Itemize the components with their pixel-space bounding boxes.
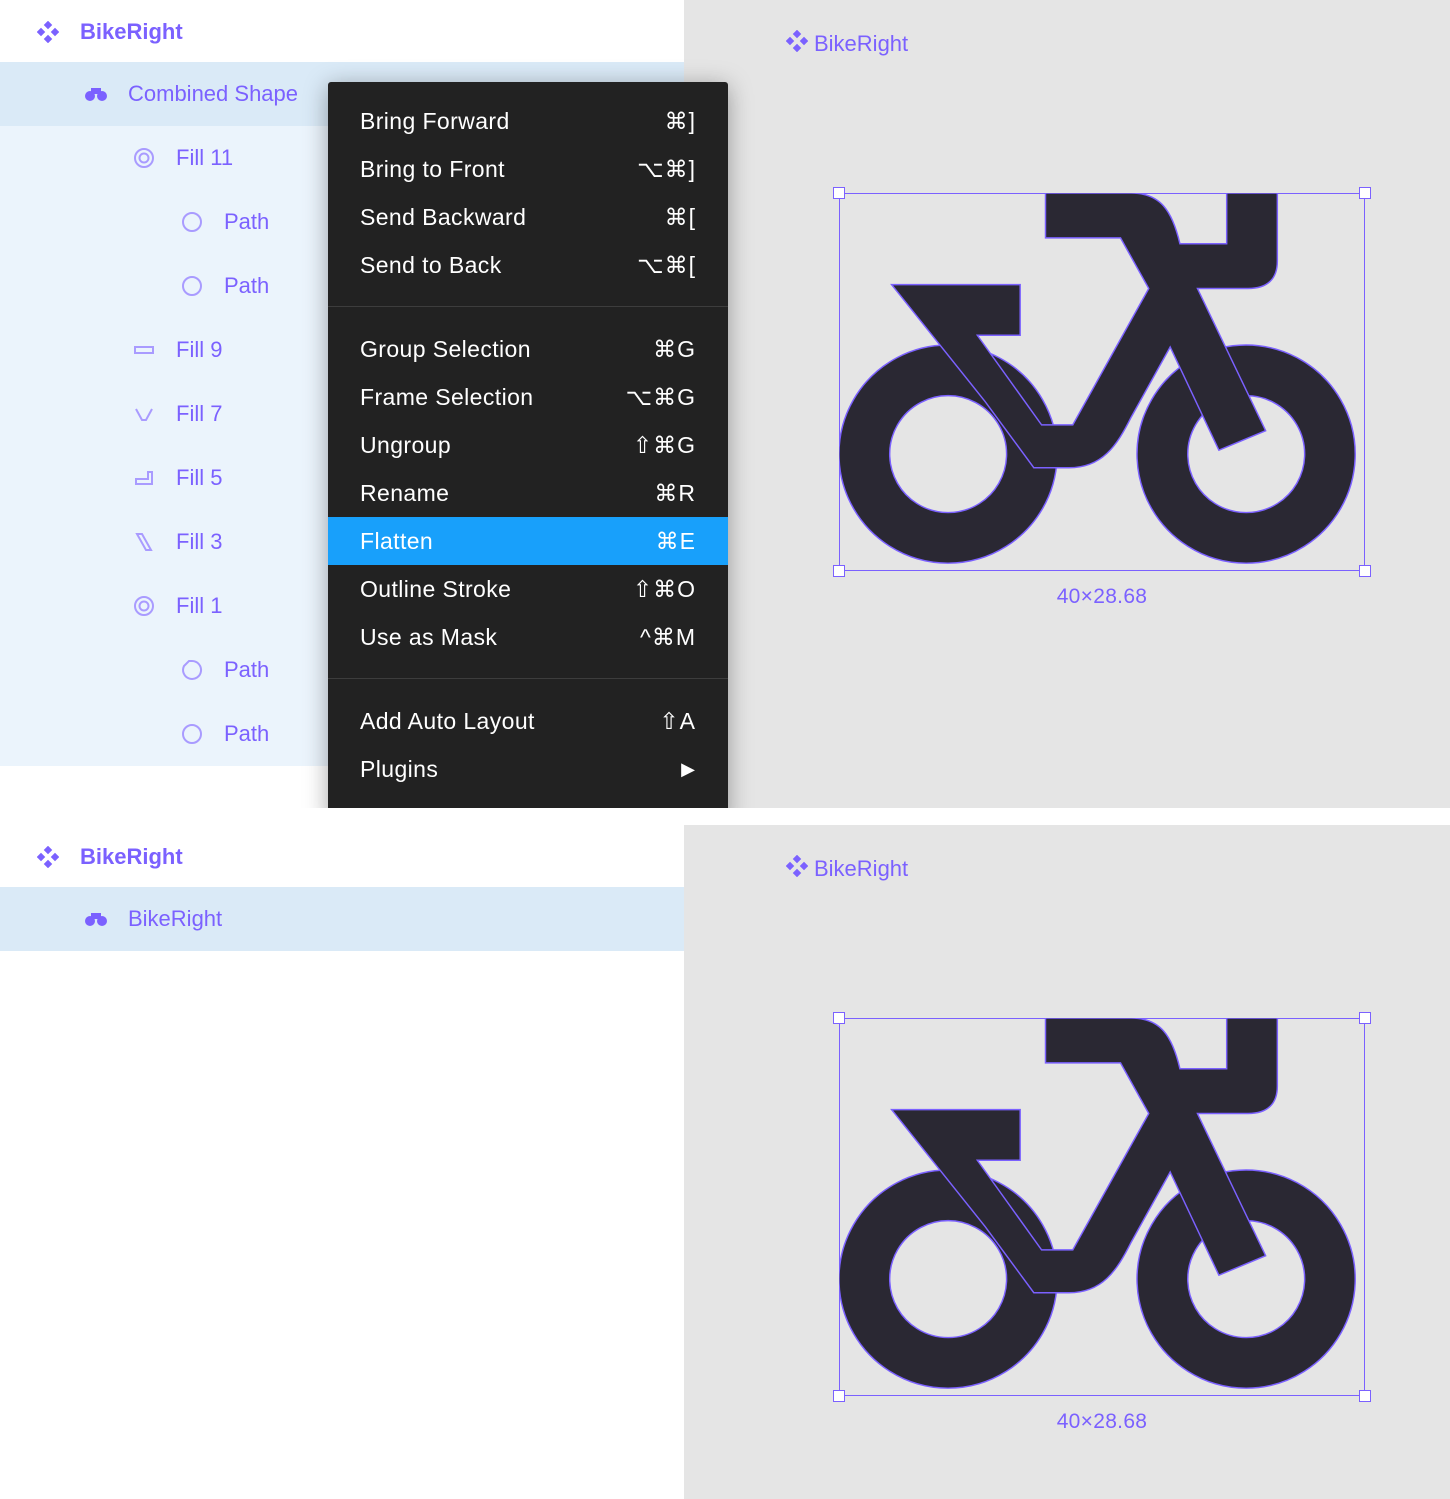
menu-item-shortcut: ⌥⌘[	[637, 252, 696, 278]
dimensions-label: 40×28.68	[1056, 1410, 1148, 1433]
frame-icon	[785, 854, 809, 883]
path-circle-icon	[180, 638, 204, 702]
menu-item-shortcut: ⇧A	[659, 708, 696, 734]
resize-handle-top-left[interactable]	[833, 187, 845, 199]
menu-separator	[328, 306, 728, 307]
frame-layer-label: BikeRight	[80, 844, 183, 869]
menu-item-rename[interactable]: Rename ⌘R	[328, 469, 728, 517]
context-menu: Bring Forward ⌘] Bring to Front ⌥⌘] Send B…	[328, 82, 728, 808]
resize-handle-top-left[interactable]	[833, 1012, 845, 1024]
menu-item-shortcut: ⌥⌘G	[625, 384, 696, 410]
menu-item-label: Group Selection	[360, 336, 531, 362]
slash-shape-icon	[132, 510, 156, 574]
menu-item-bring-forward[interactable]: Bring Forward ⌘]	[328, 97, 728, 145]
bike-icon	[84, 887, 108, 951]
bike-icon	[84, 62, 108, 126]
layer-label: Path	[224, 209, 270, 234]
layer-label: Fill 3	[176, 529, 223, 554]
layer-label: Fill 7	[176, 401, 223, 426]
resize-handle-bottom-right[interactable]	[1359, 1390, 1371, 1402]
layer-label: Path	[224, 657, 270, 682]
menu-item-frame-selection[interactable]: Frame Selection ⌥⌘G	[328, 373, 728, 421]
layer-label: Fill 5	[176, 465, 223, 490]
layer-label: Fill 9	[176, 337, 223, 362]
menu-item-shortcut: ⌘]	[664, 108, 696, 134]
resize-handle-top-right[interactable]	[1359, 187, 1371, 199]
menu-item-label: Frame Selection	[360, 384, 534, 410]
layer-label: BikeRight	[128, 906, 223, 931]
menu-item-shortcut: ^⌘M	[640, 624, 696, 650]
menu-item-bring-to-front[interactable]: Bring to Front ⌥⌘]	[328, 145, 728, 193]
canvas-frame-label: BikeRight	[814, 856, 909, 881]
menu-item-label: Plugins	[360, 756, 439, 782]
top-panel: BikeRight Combined Shape Fill 11 Path Pa…	[0, 0, 1450, 808]
frame-layer-row[interactable]: BikeRight	[0, 0, 684, 64]
rectangle-shape-icon	[132, 318, 156, 382]
menu-item-label: Outline Stroke	[360, 576, 512, 602]
frame-icon	[785, 29, 809, 58]
menu-item-send-to-back[interactable]: Send to Back ⌥⌘[	[328, 241, 728, 289]
menu-item-shortcut: ⌘R	[654, 480, 696, 506]
menu-item-flatten[interactable]: Flatten ⌘E	[328, 517, 728, 565]
frame-icon	[36, 825, 60, 889]
menu-item-shortcut: ⌥⌘]	[637, 156, 696, 182]
path-circle-icon	[180, 702, 204, 766]
menu-item-label: Send Backward	[360, 204, 527, 230]
resize-handle-top-right[interactable]	[1359, 1012, 1371, 1024]
layer-label: Path	[224, 273, 270, 298]
canvas[interactable]: BikeRight 40×28.68	[684, 825, 1450, 1499]
canvas-frame-title[interactable]: BikeRight	[785, 29, 909, 58]
path-circle-icon	[180, 190, 204, 254]
layer-label: Combined Shape	[128, 81, 299, 106]
menu-item-label: Use as Mask	[360, 624, 498, 650]
bottom-panel: BikeRight BikeRight BikeRight 40×28.68	[0, 825, 1450, 1499]
menu-item-label: Bring Forward	[360, 108, 510, 134]
canvas-frame-title[interactable]: BikeRight	[785, 854, 909, 883]
canvas[interactable]: BikeRight 40×28.68	[684, 0, 1450, 808]
menu-item-outline-stroke[interactable]: Outline Stroke ⇧⌘O	[328, 565, 728, 613]
step-shape-icon	[132, 446, 156, 510]
menu-item-shortcut: ⇧⌘G	[632, 432, 696, 458]
submenu-arrow-icon: ▶	[681, 759, 696, 779]
frame-layer-row[interactable]: BikeRight	[0, 825, 684, 889]
ring-icon	[132, 126, 156, 190]
layers-panel: BikeRight BikeRight	[0, 825, 684, 1499]
layer-label: Fill 11	[176, 145, 234, 170]
menu-item-ungroup[interactable]: Ungroup ⇧⌘G	[328, 421, 728, 469]
menu-item-plugins[interactable]: Plugins ▶	[328, 745, 728, 793]
frame-icon	[36, 0, 60, 64]
menu-separator	[328, 678, 728, 679]
menu-item-label: Add Auto Layout	[360, 708, 535, 734]
layer-label: Fill 1	[176, 593, 223, 618]
resize-handle-bottom-right[interactable]	[1359, 565, 1371, 577]
layer-row-bikeright[interactable]: BikeRight	[0, 887, 684, 951]
menu-item-add-auto-layout[interactable]: Add Auto Layout ⇧A	[328, 697, 728, 745]
menu-item-shortcut: ⌘E	[655, 528, 696, 554]
menu-item-label: Bring to Front	[360, 156, 505, 182]
path-circle-icon	[180, 254, 204, 318]
menu-item-label: Flatten	[360, 528, 434, 554]
bike-shape[interactable]	[839, 1018, 1365, 1398]
bike-shape[interactable]	[839, 193, 1365, 573]
ring-icon	[132, 574, 156, 638]
menu-item-label: Send to Back	[360, 252, 502, 278]
menu-item-shortcut: ⌘G	[653, 336, 696, 362]
menu-item-group-selection[interactable]: Group Selection ⌘G	[328, 325, 728, 373]
resize-handle-bottom-left[interactable]	[833, 565, 845, 577]
layer-label: Path	[224, 721, 270, 746]
canvas-frame-label: BikeRight	[814, 31, 909, 56]
dimensions-label: 40×28.68	[1056, 585, 1148, 608]
menu-item-send-backward[interactable]: Send Backward ⌘[	[328, 193, 728, 241]
menu-item-label: Rename	[360, 480, 450, 506]
v-shape-icon	[132, 382, 156, 446]
menu-item-use-as-mask[interactable]: Use as Mask ^⌘M	[328, 613, 728, 661]
resize-handle-bottom-left[interactable]	[833, 1390, 845, 1402]
menu-item-shortcut: ⌘[	[664, 204, 696, 230]
menu-item-shortcut: ⇧⌘O	[632, 576, 696, 602]
menu-item-label: Ungroup	[360, 432, 452, 458]
frame-layer-label: BikeRight	[80, 19, 183, 44]
